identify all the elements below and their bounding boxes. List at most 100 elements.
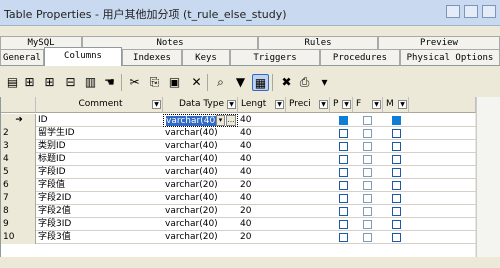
foreign-checkbox[interactable] <box>363 207 372 216</box>
tab-preview[interactable]: Preview <box>378 36 500 49</box>
precision-cell[interactable] <box>286 179 330 192</box>
tab-general[interactable]: General <box>0 49 44 65</box>
find-icon[interactable]: ⌕ <box>212 74 229 91</box>
comment-cell[interactable]: 标题ID <box>36 153 163 166</box>
length-cell[interactable]: 40 <box>238 153 286 166</box>
tab-columns[interactable]: Columns <box>44 47 122 66</box>
maximize-button[interactable] <box>464 5 478 18</box>
p-column-header[interactable]: P ▼ <box>330 97 353 113</box>
precision-cell[interactable] <box>286 140 330 153</box>
mandatory-checkbox[interactable] <box>392 168 401 177</box>
primary-checkbox[interactable] <box>339 129 348 138</box>
table-row[interactable]: 3 类别ID varchar(40) 40 <box>1 140 476 153</box>
table-row[interactable]: 4 标题ID varchar(40) 40 <box>1 153 476 166</box>
table-row[interactable]: 2 留学生ID varchar(40) 40 <box>1 127 476 140</box>
customize-columns-icon[interactable]: ▦ <box>252 74 269 91</box>
mandatory-checkbox[interactable] <box>392 220 401 229</box>
chevron-down-icon[interactable]: ▼ <box>227 100 236 109</box>
datatype-cell[interactable]: varchar(40) <box>163 153 238 166</box>
length-cell[interactable]: 40 <box>238 140 286 153</box>
precision-cell[interactable] <box>286 218 330 231</box>
foreign-checkbox[interactable] <box>363 142 372 151</box>
copy-icon[interactable]: ⎘ <box>146 74 163 91</box>
primary-checkbox[interactable] <box>339 181 348 190</box>
add-row-icon[interactable]: ⊞ <box>41 74 58 91</box>
paste-icon[interactable]: ▣ <box>166 74 183 91</box>
mandatory-checkbox[interactable] <box>392 116 401 125</box>
mandatory-checkbox[interactable] <box>392 233 401 242</box>
chevron-down-icon[interactable]: ▼ <box>342 100 351 109</box>
excel-icon[interactable]: ✖ <box>278 74 295 91</box>
precision-cell[interactable] <box>286 192 330 205</box>
length-cell[interactable]: 40 <box>238 192 286 205</box>
length-cell[interactable]: 20 <box>238 231 286 244</box>
tab-triggers[interactable]: Triggers <box>230 49 320 65</box>
precision-cell[interactable] <box>286 231 330 244</box>
primary-checkbox[interactable] <box>339 116 348 125</box>
comment-cell[interactable]: 字段值 <box>36 179 163 192</box>
length-cell[interactable]: 20 <box>238 205 286 218</box>
vertical-scrollbar[interactable] <box>476 97 500 257</box>
chevron-down-icon[interactable]: ▼ <box>319 100 328 109</box>
primary-checkbox[interactable] <box>339 142 348 151</box>
foreign-checkbox[interactable] <box>363 220 372 229</box>
table-row[interactable]: 8 字段2值 varchar(20) 20 <box>1 205 476 218</box>
foreign-checkbox[interactable] <box>363 129 372 138</box>
length-cell[interactable]: 40 <box>238 166 286 179</box>
length-cell[interactable]: 40 <box>238 218 286 231</box>
filter-icon[interactable]: ▼ <box>232 74 249 91</box>
precision-column-header[interactable]: Preci ▼ <box>286 97 330 113</box>
tab-keys[interactable]: Keys <box>182 49 230 65</box>
cut-icon[interactable]: ✂ <box>126 74 143 91</box>
datatype-cell[interactable]: varchar(40) <box>163 218 238 231</box>
datatype-cell[interactable]: varchar(20) <box>163 179 238 192</box>
comment-cell[interactable]: 字段2ID <box>36 192 163 205</box>
comment-cell[interactable]: 字段ID <box>36 166 163 179</box>
foreign-checkbox[interactable] <box>363 168 372 177</box>
comment-cell[interactable]: 字段3ID <box>36 218 163 231</box>
chevron-down-icon[interactable]: ▼ <box>398 100 407 109</box>
precision-cell[interactable] <box>286 127 330 140</box>
tab-physical-options[interactable]: Physical Options <box>400 49 500 65</box>
length-cell[interactable]: 40 <box>238 127 286 140</box>
datatype-cell[interactable]: varchar(40) ▾… <box>163 114 238 127</box>
dropdown-icon[interactable]: ▾ <box>316 74 333 91</box>
mandatory-checkbox[interactable] <box>392 155 401 164</box>
primary-checkbox[interactable] <box>339 194 348 203</box>
chevron-down-icon[interactable]: ▼ <box>275 100 284 109</box>
pin-icon[interactable]: ☚ <box>101 74 118 91</box>
tab-indexes[interactable]: Indexes <box>122 49 182 65</box>
insert-row-icon[interactable]: ⊞ <box>21 74 38 91</box>
precision-cell[interactable] <box>286 153 330 166</box>
mandatory-checkbox[interactable] <box>392 194 401 203</box>
datatype-cell[interactable]: varchar(40) <box>163 140 238 153</box>
add-column-icon[interactable]: ⊟ <box>62 74 79 91</box>
precision-cell[interactable] <box>286 166 330 179</box>
minimize-button[interactable] <box>446 5 460 18</box>
chevron-down-icon[interactable]: ▼ <box>372 100 381 109</box>
datatype-editor-value[interactable]: varchar(40) <box>166 116 219 126</box>
mandatory-checkbox[interactable] <box>392 181 401 190</box>
table-row[interactable]: 9 字段3ID varchar(40) 40 <box>1 218 476 231</box>
chevron-down-icon[interactable]: ▼ <box>152 100 161 109</box>
precision-cell[interactable] <box>286 114 330 127</box>
mandatory-checkbox[interactable] <box>392 129 401 138</box>
primary-checkbox[interactable] <box>339 220 348 229</box>
print-icon[interactable]: ⎙ <box>296 74 313 91</box>
primary-checkbox[interactable] <box>339 168 348 177</box>
mandatory-checkbox[interactable] <box>392 142 401 151</box>
f-column-header[interactable]: F ▼ <box>353 97 383 113</box>
foreign-checkbox[interactable] <box>363 116 372 125</box>
datatype-cell[interactable]: varchar(40) <box>163 192 238 205</box>
m-column-header[interactable]: M ▼ <box>383 97 409 113</box>
comment-cell[interactable]: 类别ID <box>36 140 163 153</box>
datatype-cell[interactable]: varchar(20) <box>163 205 238 218</box>
comment-cell[interactable]: 字段3值 <box>36 231 163 244</box>
tab-procedures[interactable]: Procedures <box>320 49 400 65</box>
datatype-cell[interactable]: varchar(20) <box>163 231 238 244</box>
import-icon[interactable]: ▥ <box>82 74 99 91</box>
properties-icon[interactable]: ▤ <box>4 74 21 91</box>
foreign-checkbox[interactable] <box>363 233 372 242</box>
table-row[interactable]: 10 字段3值 varchar(20) 20 <box>1 231 476 244</box>
datatype-cell[interactable]: varchar(40) <box>163 127 238 140</box>
